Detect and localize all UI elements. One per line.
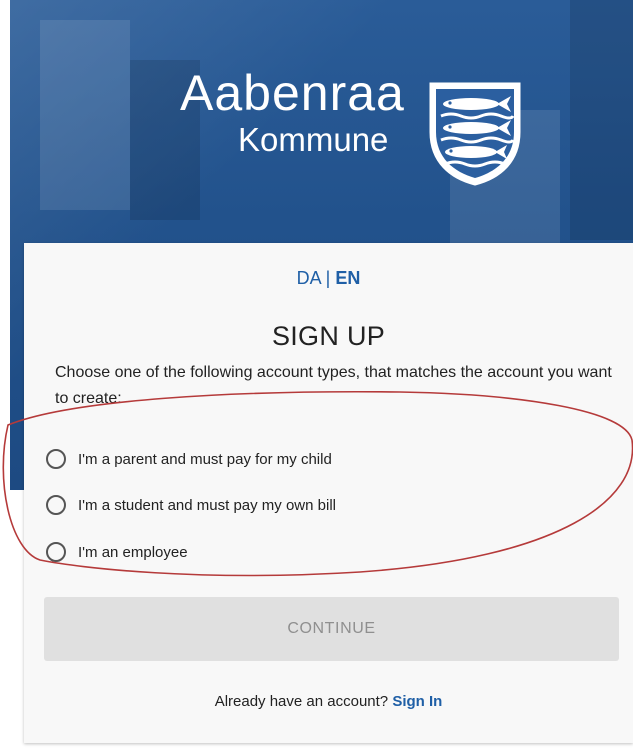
language-switcher: DA | EN	[24, 268, 633, 289]
continue-button[interactable]: CONTINUE	[44, 597, 619, 661]
radio-parent[interactable]	[46, 449, 66, 469]
account-option-employee[interactable]: I'm an employee	[46, 537, 188, 567]
background-building	[40, 20, 130, 210]
sign-in-prompt: Already have an account? Sign In	[24, 693, 633, 710]
page-title: SIGN UP	[271, 321, 386, 351]
sign-in-prompt-text: Already have an account?	[214, 693, 389, 710]
herring-shield-icon	[429, 82, 521, 186]
language-da-link[interactable]: DA	[297, 268, 321, 288]
brand-logo: Aabenraa Kommune	[170, 65, 530, 186]
language-en-link[interactable]: EN	[335, 268, 360, 288]
signup-card: DA | EN SIGN UP Choose one of the follow…	[24, 243, 633, 743]
brand-subtitle: Kommune	[238, 121, 389, 158]
brand-name: Aabenraa	[180, 65, 405, 121]
account-type-instructions: Choose one of the following account type…	[55, 364, 612, 407]
account-option-label: I'm a student and must pay my own bill	[78, 496, 336, 514]
account-option-label: I'm an employee	[78, 543, 188, 561]
language-separator: |	[325, 268, 331, 288]
radio-student[interactable]	[46, 495, 66, 515]
account-option-label: I'm a parent and must pay for my child	[78, 450, 332, 468]
account-option-student[interactable]: I'm a student and must pay my own bill	[46, 490, 336, 520]
account-option-parent[interactable]: I'm a parent and must pay for my child	[46, 444, 332, 474]
background-building	[570, 0, 633, 240]
radio-employee[interactable]	[46, 542, 66, 562]
sign-in-link[interactable]: Sign In	[392, 693, 442, 710]
